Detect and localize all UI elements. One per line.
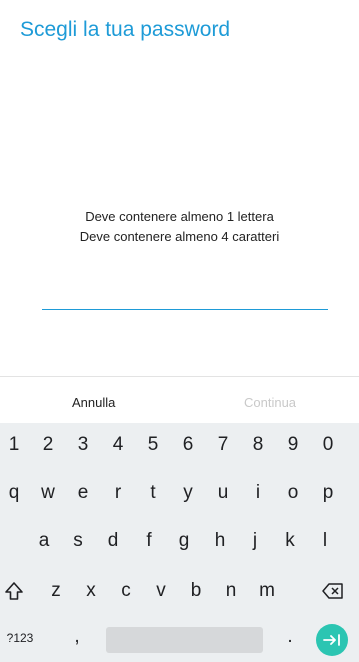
backspace-icon	[322, 583, 343, 599]
key-s[interactable]: s	[63, 523, 93, 559]
period-key[interactable]: .	[275, 619, 305, 655]
key-b[interactable]: b	[181, 573, 211, 609]
key-d[interactable]: d	[98, 523, 128, 559]
requirement-length: Deve contenere almeno 4 caratteri	[79, 229, 280, 244]
key-k[interactable]: k	[275, 523, 305, 559]
key-9[interactable]: 9	[278, 427, 308, 463]
keyboard: 1 2 3 4 5 6 7 8 9 0 q w e r t y u i o p …	[0, 423, 359, 662]
key-y[interactable]: y	[173, 475, 203, 511]
key-0[interactable]: 0	[313, 427, 343, 463]
key-g[interactable]: g	[169, 523, 199, 559]
key-5[interactable]: 5	[138, 427, 168, 463]
key-h[interactable]: h	[205, 523, 235, 559]
key-z[interactable]: z	[41, 573, 71, 609]
action-bar: Annulla Continua	[0, 376, 359, 423]
keyboard-row-bottom: z x c v b n m	[0, 573, 359, 613]
key-m[interactable]: m	[252, 573, 282, 609]
key-c[interactable]: c	[111, 573, 141, 609]
shift-icon	[5, 582, 23, 600]
key-v[interactable]: v	[146, 573, 176, 609]
backspace-key[interactable]	[318, 573, 348, 609]
next-icon	[323, 634, 340, 646]
space-bar[interactable]	[106, 627, 263, 653]
key-e[interactable]: e	[68, 475, 98, 511]
continue-button[interactable]: Continua	[244, 395, 296, 410]
key-p[interactable]: p	[313, 475, 343, 511]
key-f[interactable]: f	[134, 523, 164, 559]
key-7[interactable]: 7	[208, 427, 238, 463]
key-x[interactable]: x	[76, 573, 106, 609]
key-4[interactable]: 4	[103, 427, 133, 463]
key-3[interactable]: 3	[68, 427, 98, 463]
key-l[interactable]: l	[310, 523, 340, 559]
key-1[interactable]: 1	[0, 427, 29, 463]
key-j[interactable]: j	[240, 523, 270, 559]
key-6[interactable]: 6	[173, 427, 203, 463]
keyboard-row-middle: a s d f g h j k l	[0, 523, 359, 563]
cancel-button[interactable]: Annulla	[72, 395, 115, 410]
symbols-key[interactable]: ?123	[4, 620, 36, 656]
requirement-letter: Deve contenere almeno 1 lettera	[85, 209, 274, 224]
key-2[interactable]: 2	[33, 427, 63, 463]
key-q[interactable]: q	[0, 475, 29, 511]
key-n[interactable]: n	[216, 573, 246, 609]
key-o[interactable]: o	[278, 475, 308, 511]
key-i[interactable]: i	[243, 475, 273, 511]
key-w[interactable]: w	[33, 475, 63, 511]
enter-key[interactable]	[316, 624, 348, 656]
shift-key[interactable]	[0, 573, 29, 609]
comma-key[interactable]: ,	[62, 619, 92, 655]
keyboard-row-numbers: 1 2 3 4 5 6 7 8 9 0	[0, 427, 359, 467]
key-8[interactable]: 8	[243, 427, 273, 463]
key-a[interactable]: a	[29, 523, 59, 559]
key-t[interactable]: t	[138, 475, 168, 511]
keyboard-row-top: q w e r t y u i o p	[0, 475, 359, 515]
key-u[interactable]: u	[208, 475, 238, 511]
password-input[interactable]	[42, 283, 328, 310]
key-r[interactable]: r	[103, 475, 133, 511]
page-title: Scegli la tua password	[20, 18, 231, 41]
